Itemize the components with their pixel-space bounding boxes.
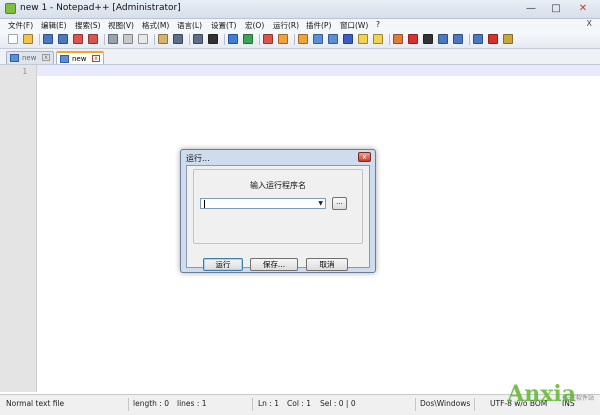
status-divider bbox=[128, 398, 129, 411]
line-number-gutter: 1 bbox=[0, 65, 37, 392]
watermark-subtitle: 安下软件站 bbox=[563, 395, 594, 402]
status-eol: Dos\Windows bbox=[420, 399, 471, 408]
tab-label: new bbox=[72, 55, 87, 63]
status-divider bbox=[474, 398, 475, 411]
tab-new-1[interactable]: new x bbox=[56, 51, 104, 64]
play-macro-icon[interactable] bbox=[438, 34, 448, 44]
status-file-type: Normal text file bbox=[6, 399, 65, 408]
menu-plugins[interactable]: 插件(P) bbox=[306, 20, 331, 31]
cut-icon[interactable] bbox=[123, 34, 133, 44]
text-caret bbox=[204, 200, 205, 208]
sync-vertical-icon[interactable] bbox=[278, 34, 288, 44]
menu-macro[interactable]: 宏(O) bbox=[245, 20, 264, 31]
function-list-icon[interactable] bbox=[393, 34, 403, 44]
toolbar-separator bbox=[104, 34, 105, 45]
close-document-button[interactable]: X bbox=[587, 19, 592, 28]
toolbar-separator bbox=[39, 34, 40, 45]
toolbar-separator bbox=[294, 34, 295, 45]
status-bar: Normal text file length : 0 lines : 1 Ln… bbox=[0, 381, 600, 415]
file-icon bbox=[10, 54, 19, 62]
replace-icon[interactable] bbox=[228, 34, 238, 44]
status-length: length : 0 bbox=[133, 399, 169, 408]
dialog-heading: 输入运行程序名 bbox=[250, 181, 306, 190]
copy-icon[interactable] bbox=[138, 34, 148, 44]
status-ln: Ln : 1 bbox=[258, 399, 279, 408]
close-icon[interactable] bbox=[73, 34, 83, 44]
zoom-in-icon[interactable] bbox=[243, 34, 253, 44]
line-number: 1 bbox=[22, 67, 27, 76]
show-all-chars-icon[interactable] bbox=[328, 34, 338, 44]
close-window-button[interactable]: ✕ bbox=[572, 2, 594, 16]
minimize-button[interactable]: — bbox=[520, 2, 542, 16]
run-dialog: 运行... x 输入运行程序名 ▼ ... 运行 保存... 取消 bbox=[180, 149, 376, 273]
current-line-highlight[interactable] bbox=[37, 65, 600, 76]
tab-new-0[interactable]: new x bbox=[6, 51, 54, 64]
title-bar: new 1 - Notepad++ [Administrator] — □ ✕ bbox=[0, 0, 600, 19]
toolbar-separator bbox=[389, 34, 390, 45]
toolbar-separator bbox=[224, 34, 225, 45]
menu-search[interactable]: 搜索(S) bbox=[75, 20, 101, 31]
open-file-icon[interactable] bbox=[23, 34, 33, 44]
tab-close-icon[interactable]: x bbox=[92, 55, 100, 62]
toolbar bbox=[0, 31, 600, 49]
tab-close-icon[interactable]: x bbox=[42, 54, 50, 61]
toolbar-separator bbox=[469, 34, 470, 45]
toolbar-separator bbox=[259, 34, 260, 45]
print-icon[interactable] bbox=[108, 34, 118, 44]
window-title: new 1 - Notepad++ [Administrator] bbox=[20, 3, 181, 13]
run-button[interactable]: 运行 bbox=[203, 258, 243, 271]
menu-window[interactable]: 窗口(W) bbox=[340, 20, 368, 31]
browse-button[interactable]: ... bbox=[332, 197, 347, 210]
spellcheck-icon[interactable] bbox=[488, 34, 498, 44]
find-icon[interactable] bbox=[208, 34, 218, 44]
notepad-app-icon bbox=[5, 3, 16, 14]
paste-icon[interactable] bbox=[158, 34, 168, 44]
undo-icon[interactable] bbox=[173, 34, 183, 44]
dialog-close-button[interactable]: x bbox=[358, 152, 371, 162]
status-lines: lines : 1 bbox=[177, 399, 207, 408]
indent-guide-icon[interactable] bbox=[343, 34, 353, 44]
status-divider bbox=[252, 398, 253, 411]
menu-bar: 文件(F) 编辑(E) 搜索(S) 视图(V) 格式(M) 语言(L) 设置(T… bbox=[0, 19, 600, 31]
menu-language[interactable]: 语言(L) bbox=[177, 20, 202, 31]
stop-record-icon[interactable] bbox=[423, 34, 433, 44]
run-macro-multiple-icon[interactable] bbox=[453, 34, 463, 44]
sync-horizontal-icon[interactable] bbox=[298, 34, 308, 44]
redo-icon[interactable] bbox=[193, 34, 203, 44]
chevron-down-icon[interactable]: ▼ bbox=[318, 200, 323, 207]
toolbar-separator bbox=[189, 34, 190, 45]
toolbar-separator bbox=[154, 34, 155, 45]
maximize-button[interactable]: □ bbox=[545, 2, 567, 16]
dialog-body: 输入运行程序名 ▼ ... 运行 保存... 取消 bbox=[186, 165, 370, 271]
close-all-icon[interactable] bbox=[88, 34, 98, 44]
user-language-icon[interactable] bbox=[358, 34, 368, 44]
record-macro-icon[interactable] bbox=[408, 34, 418, 44]
doc-map-icon[interactable] bbox=[373, 34, 383, 44]
tab-label: new bbox=[22, 54, 37, 62]
status-divider bbox=[415, 398, 416, 411]
tab-bar: new x new x bbox=[0, 49, 600, 65]
menu-edit[interactable]: 编辑(E) bbox=[41, 20, 67, 31]
program-name-input[interactable]: ▼ bbox=[200, 198, 326, 209]
cancel-button[interactable]: 取消 bbox=[306, 258, 348, 271]
menu-file[interactable]: 文件(F) bbox=[8, 20, 33, 31]
menu-help[interactable]: ? bbox=[376, 20, 380, 29]
status-col: Col : 1 bbox=[287, 399, 311, 408]
menu-run[interactable]: 运行(R) bbox=[273, 20, 299, 31]
file-icon bbox=[60, 55, 69, 63]
save-button[interactable]: 保存... bbox=[250, 258, 298, 271]
new-file-icon[interactable] bbox=[8, 34, 18, 44]
zoom-out-icon[interactable] bbox=[263, 34, 273, 44]
save-icon[interactable] bbox=[43, 34, 53, 44]
save-macro-icon[interactable] bbox=[473, 34, 483, 44]
word-wrap-icon[interactable] bbox=[313, 34, 323, 44]
status-sel: Sel : 0 | 0 bbox=[320, 399, 356, 408]
menu-settings[interactable]: 设置(T) bbox=[211, 20, 236, 31]
save-all-icon[interactable] bbox=[58, 34, 68, 44]
plugin-icon[interactable] bbox=[503, 34, 513, 44]
dialog-title: 运行... bbox=[186, 154, 210, 163]
menu-view[interactable]: 视图(V) bbox=[108, 20, 134, 31]
menu-format[interactable]: 格式(M) bbox=[142, 20, 169, 31]
